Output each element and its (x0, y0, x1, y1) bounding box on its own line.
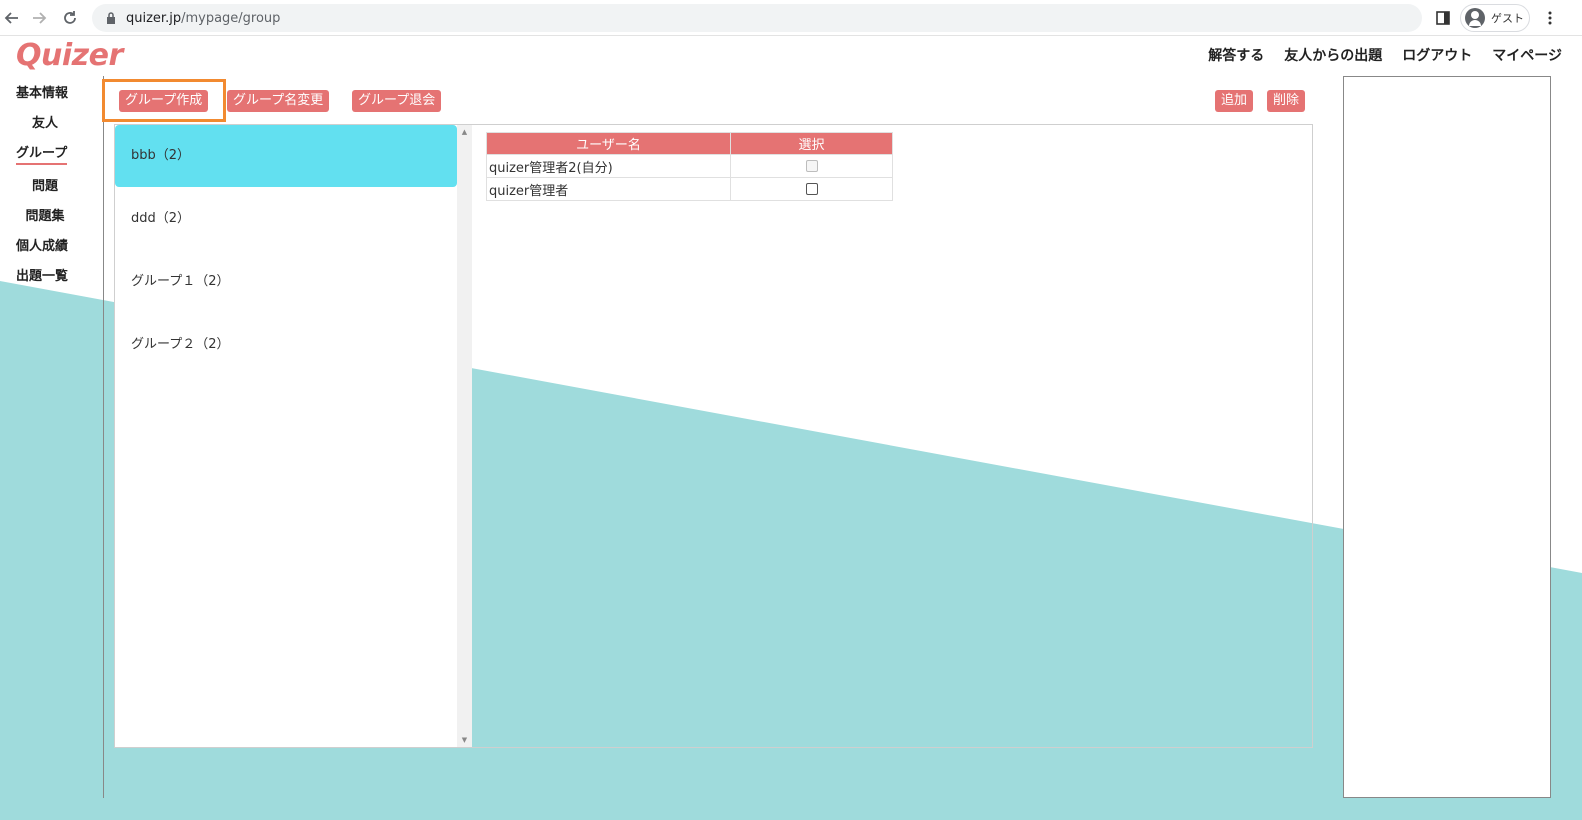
sidebar-item-personal-results[interactable]: 個人成績 (8, 237, 82, 267)
side-panel-icon[interactable] (1431, 6, 1455, 30)
back-icon[interactable] (0, 6, 24, 30)
scroll-up-icon[interactable]: ▲ (457, 125, 472, 139)
browser-toolbar: quizer.jp/mypage/group ゲスト (0, 0, 1582, 36)
address-bar[interactable]: quizer.jp/mypage/group (92, 4, 1422, 32)
scroll-down-icon[interactable]: ▼ (457, 733, 472, 747)
lock-icon (104, 11, 118, 25)
column-header-username: ユーザー名 (486, 132, 731, 155)
sidebar-item-label: グループ (16, 146, 68, 165)
avatar-icon (1465, 8, 1485, 28)
create-group-button[interactable]: グループ作成 (119, 90, 209, 112)
member-panel (473, 125, 1312, 747)
sidebar-item-friends[interactable]: 友人 (8, 114, 82, 144)
member-checkbox[interactable] (805, 183, 818, 195)
delete-button[interactable]: 削除 (1267, 90, 1306, 112)
nav-logout[interactable]: ログアウト (1402, 45, 1472, 65)
leave-group-button[interactable]: グループ退会 (352, 90, 442, 112)
member-select-cell (730, 177, 893, 201)
table-row: quizer管理者2(自分) (486, 154, 893, 178)
sidebar: 基本情報 友人 グループ 問題 問題集 個人成績 出題一覧 (8, 84, 82, 297)
url-path: /mypage/group (181, 10, 281, 26)
side-ad-panel (1343, 76, 1551, 798)
sidebar-item-question-sets[interactable]: 問題集 (8, 207, 82, 237)
sidebar-item-quiz-list[interactable]: 出題一覧 (8, 267, 82, 297)
list-item[interactable]: ddd（2） (115, 187, 457, 250)
forward-icon[interactable] (27, 6, 51, 30)
sidebar-item-group[interactable]: グループ (8, 144, 82, 174)
sidebar-item-label: 友人 (31, 116, 58, 131)
logo[interactable]: Quizer (16, 38, 123, 73)
member-name: quizer管理者 (486, 177, 731, 201)
table-row: quizer管理者 (486, 177, 893, 201)
group-list-scrollbar[interactable]: ▲ ▼ (457, 125, 472, 747)
profile-button[interactable]: ゲスト (1460, 4, 1530, 32)
member-select-cell (730, 154, 893, 178)
list-item[interactable]: bbb（2） (115, 125, 457, 187)
divider (103, 76, 104, 798)
members-table: ユーザー名 選択 quizer管理者2(自分) quizer管理者 (486, 132, 893, 201)
list-item[interactable]: グループ２（2） (115, 313, 457, 376)
sidebar-item-label: 問題 (31, 179, 58, 194)
profile-label: ゲスト (1491, 12, 1524, 25)
sidebar-item-basic-info[interactable]: 基本情報 (8, 84, 82, 114)
sidebar-item-label: 基本情報 (16, 86, 69, 101)
url-domain: quizer.jp (126, 10, 182, 26)
member-name: quizer管理者2(自分) (486, 154, 731, 178)
nav-mypage[interactable]: マイページ (1492, 45, 1562, 65)
sidebar-item-label: 個人成績 (16, 239, 69, 254)
member-checkbox (805, 160, 818, 172)
sidebar-item-label: 問題集 (25, 209, 65, 224)
list-item[interactable]: グループ１（2） (115, 250, 457, 313)
sidebar-item-label: 出題一覧 (16, 269, 69, 284)
group-list: bbb（2） ddd（2） グループ１（2） グループ２（2） (115, 125, 457, 747)
sidebar-item-questions[interactable]: 問題 (8, 177, 82, 207)
nav-answer[interactable]: 解答する (1208, 45, 1264, 65)
menu-dots-icon[interactable] (1538, 6, 1562, 30)
reload-icon[interactable] (58, 6, 82, 30)
column-header-select: 選択 (730, 132, 893, 155)
top-nav: 解答する 友人からの出題 ログアウト マイページ (1208, 45, 1562, 65)
add-button[interactable]: 追加 (1215, 90, 1254, 112)
rename-group-button[interactable]: グループ名変更 (227, 90, 330, 112)
nav-from-friends[interactable]: 友人からの出題 (1284, 45, 1382, 65)
